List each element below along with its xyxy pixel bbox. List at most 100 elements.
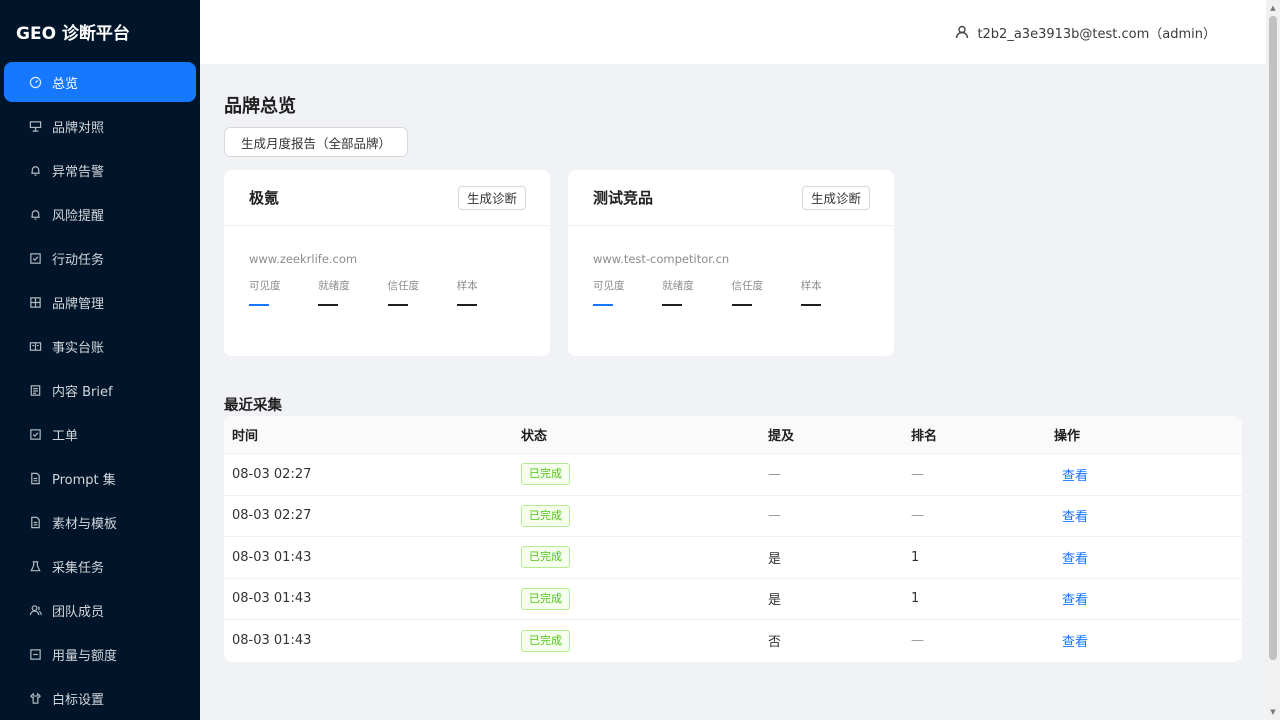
ticket-icon bbox=[28, 427, 42, 441]
sidebar-item-label: 事实台账 bbox=[52, 340, 105, 356]
sidebar-item-label: 用量与额度 bbox=[52, 648, 118, 664]
metric-empty-value bbox=[456, 304, 477, 306]
team-icon bbox=[28, 603, 42, 617]
top-header: t2b2_a3e3913b@test.com（admin） bbox=[200, 0, 1266, 64]
table-row: 08-03 02:27 已完成 — — 查看 bbox=[224, 495, 1242, 537]
brief-icon bbox=[28, 383, 42, 397]
cell-mention: 是 bbox=[768, 593, 782, 609]
sidebar-item-collection-tasks[interactable]: 采集任务 bbox=[4, 546, 196, 586]
metric-trust: 信任度 bbox=[731, 278, 801, 306]
cell-mention: — bbox=[768, 508, 781, 524]
cell-status: 已完成 bbox=[513, 587, 760, 610]
sidebar-item-fact-ledger[interactable]: 事实台账 bbox=[4, 326, 196, 366]
page-title: 品牌总览 bbox=[224, 96, 296, 117]
sidebar-item-brand-management[interactable]: 品牌管理 bbox=[4, 282, 196, 322]
status-badge: 已完成 bbox=[521, 546, 570, 569]
risk-bell-icon bbox=[28, 207, 42, 221]
metric-readiness: 就绪度 bbox=[318, 278, 387, 306]
metric-empty-value bbox=[800, 304, 821, 306]
table-header: 时间 状态 提及 排名 操作 bbox=[224, 416, 1242, 454]
prompt-doc-icon bbox=[28, 471, 42, 485]
sidebar-item-content-brief[interactable]: 内容 Brief bbox=[4, 370, 196, 410]
table-row: 08-03 01:43 已完成 是 1 查看 bbox=[224, 537, 1242, 579]
generate-diagnosis-button[interactable]: 生成诊断 bbox=[801, 185, 870, 210]
generate-diagnosis-button[interactable]: 生成诊断 bbox=[457, 185, 526, 210]
status-badge: 已完成 bbox=[521, 629, 570, 652]
sidebar-item-label: 素材与模板 bbox=[52, 516, 118, 532]
cell-rank: 1 bbox=[911, 549, 920, 565]
column-header-time: 时间 bbox=[232, 429, 259, 444]
metric-label: 信任度 bbox=[387, 280, 420, 292]
sidebar-item-team-members[interactable]: 团队成员 bbox=[4, 590, 196, 630]
view-link[interactable]: 查看 bbox=[1062, 593, 1088, 608]
sidebar-item-label: 行动任务 bbox=[52, 252, 105, 268]
status-badge: 已完成 bbox=[521, 587, 570, 610]
sidebar-item-whitelabel-settings[interactable]: 白标设置 bbox=[4, 678, 196, 718]
brand-card: 测试竞品 生成诊断 www.test-competitor.cn 可见度 就绪度… bbox=[568, 170, 894, 356]
brand-card: 极氪 生成诊断 www.zeekrlife.com 可见度 就绪度 信任度 样本 bbox=[224, 170, 550, 356]
scroll-up-arrow-icon[interactable]: ▲ bbox=[1269, 4, 1277, 12]
compare-icon bbox=[28, 119, 42, 133]
view-link[interactable]: 查看 bbox=[1062, 552, 1088, 567]
view-link[interactable]: 查看 bbox=[1062, 635, 1088, 650]
column-header-status: 状态 bbox=[521, 429, 548, 444]
template-doc-icon bbox=[28, 515, 42, 529]
generate-monthly-report-button[interactable]: 生成月度报告（全部品牌） bbox=[224, 127, 409, 157]
cell-action: 查看 bbox=[1046, 548, 1242, 567]
cell-action: 查看 bbox=[1046, 506, 1242, 525]
brand-card-body: www.zeekrlife.com 可见度 就绪度 信任度 样本 bbox=[224, 226, 550, 306]
view-link[interactable]: 查看 bbox=[1062, 510, 1088, 525]
metric-visibility: 可见度 bbox=[593, 278, 662, 306]
dashboard-icon bbox=[28, 75, 42, 89]
brand-name: 极氪 bbox=[249, 189, 280, 207]
whitelabel-icon bbox=[28, 691, 42, 705]
sidebar-item-overview[interactable]: 总览 bbox=[4, 62, 196, 102]
sidebar-item-anomaly-alerts[interactable]: 异常告警 bbox=[4, 150, 196, 190]
status-badge: 已完成 bbox=[521, 463, 570, 486]
metric-label: 样本 bbox=[800, 280, 822, 292]
cell-rank: — bbox=[911, 466, 924, 482]
metric-readiness: 就绪度 bbox=[662, 278, 731, 306]
sidebar-item-label: 总览 bbox=[52, 76, 79, 92]
cell-time: 08-03 02:27 bbox=[232, 508, 312, 524]
metric-label: 就绪度 bbox=[662, 280, 694, 292]
metric-empty-value bbox=[662, 304, 683, 306]
sidebar-item-action-tasks[interactable]: 行动任务 bbox=[4, 238, 196, 278]
user-email: t2b2_a3e3913b@test.com（admin） bbox=[977, 26, 1216, 42]
sidebar-item-assets-templates[interactable]: 素材与模板 bbox=[4, 502, 196, 542]
table-row: 08-03 01:43 已完成 否 — 查看 bbox=[224, 620, 1242, 662]
main-content: 品牌总览 生成月度报告（全部品牌） 极氪 生成诊断 www.zeekrlife.… bbox=[224, 64, 1242, 662]
sidebar-item-label: Prompt 集 bbox=[52, 472, 116, 488]
usage-icon bbox=[28, 647, 42, 661]
collect-icon bbox=[28, 559, 42, 573]
brand-url: www.test-competitor.cn bbox=[593, 252, 730, 266]
app-logo-title: GEO 诊断平台 bbox=[16, 23, 130, 44]
metric-visibility: 可见度 bbox=[249, 278, 318, 306]
sidebar-item-prompt-sets[interactable]: Prompt 集 bbox=[4, 458, 196, 498]
metric-label: 样本 bbox=[456, 280, 478, 292]
sidebar-item-brand-compare[interactable]: 品牌对照 bbox=[4, 106, 196, 146]
brand-grid-icon bbox=[28, 295, 42, 309]
cell-rank: — bbox=[911, 508, 924, 524]
metric-label: 可见度 bbox=[249, 280, 281, 292]
page-scrollbar[interactable]: ▲ ▼ bbox=[1266, 0, 1280, 720]
scrollbar-thumb[interactable] bbox=[1269, 16, 1277, 660]
cell-status: 已完成 bbox=[513, 629, 760, 652]
sidebar-item-label: 白标设置 bbox=[52, 692, 105, 708]
user-menu[interactable]: t2b2_a3e3913b@test.com（admin） bbox=[955, 23, 1216, 42]
cell-status: 已完成 bbox=[513, 504, 760, 527]
sidebar-item-label: 团队成员 bbox=[52, 604, 105, 620]
sidebar-item-risk-reminders[interactable]: 风险提醒 bbox=[4, 194, 196, 234]
metric-label: 可见度 bbox=[593, 280, 625, 292]
brand-metrics: 可见度 就绪度 信任度 样本 bbox=[249, 278, 526, 306]
status-badge: 已完成 bbox=[521, 504, 570, 527]
sidebar-item-label: 品牌管理 bbox=[52, 296, 105, 312]
cell-action: 查看 bbox=[1046, 465, 1242, 484]
metric-empty-value bbox=[593, 304, 613, 306]
sidebar-item-tickets[interactable]: 工单 bbox=[4, 414, 196, 454]
scroll-down-arrow-icon[interactable]: ▼ bbox=[1269, 708, 1277, 716]
alert-bell-icon bbox=[28, 163, 42, 177]
view-link[interactable]: 查看 bbox=[1062, 469, 1088, 484]
metric-label: 信任度 bbox=[731, 280, 764, 292]
sidebar-item-usage-quota[interactable]: 用量与额度 bbox=[4, 634, 196, 674]
